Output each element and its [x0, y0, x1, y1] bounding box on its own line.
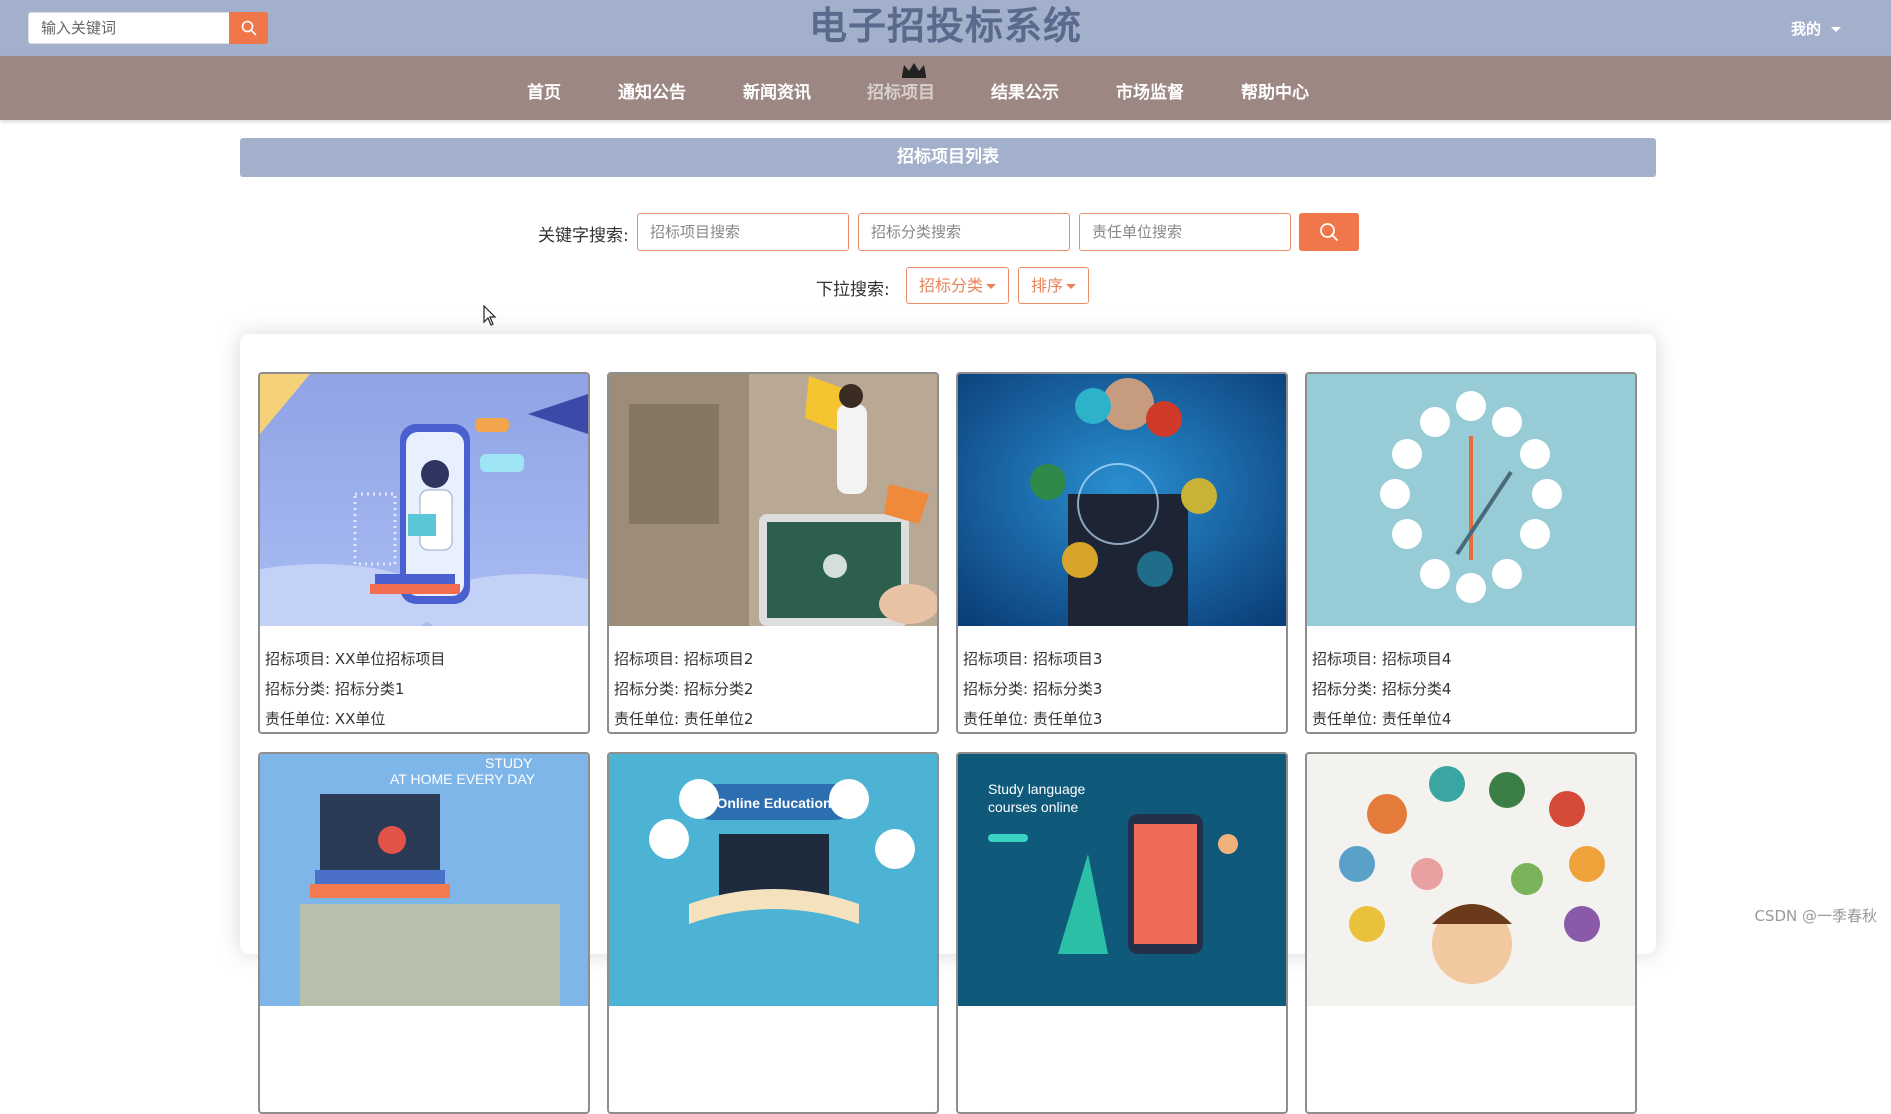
nav-help-center[interactable]: 帮助中心: [1241, 78, 1309, 103]
card-project: 招标项目: 招标项目3: [963, 650, 1103, 668]
card-project: 招标项目: 招标项目4: [1312, 650, 1452, 668]
project-card[interactable]: [1305, 752, 1637, 1114]
card-unit: 责任单位: 责任单位2: [614, 710, 754, 728]
sort-dropdown[interactable]: 排序: [1018, 267, 1090, 304]
image-text-at-home: AT HOME EVERY DAY: [390, 771, 536, 787]
dropdown-search-label: 下拉搜索:: [816, 280, 890, 300]
filter-search-button[interactable]: [1299, 213, 1359, 251]
project-image: [1307, 754, 1635, 1006]
project-image: Study language courses online: [958, 754, 1286, 1006]
image-text-online-education: Online Education: [716, 795, 831, 811]
card-category: 招标分类: 招标分类3: [963, 680, 1103, 698]
card-info: 招标项目: XX单位招标项目 招标分类: 招标分类1 责任单位: XX单位: [265, 644, 446, 732]
sort-dropdown-label: 排序: [1031, 276, 1064, 295]
caret-down-icon: [986, 284, 997, 289]
project-card[interactable]: 招标项目: 招标项目4 招标分类: 招标分类4 责任单位: 责任单位4: [1305, 372, 1637, 734]
project-list-panel: 招标项目: XX单位招标项目 招标分类: 招标分类1 责任单位: XX单位 招标…: [240, 334, 1656, 1114]
image-text-study: STUDY: [485, 755, 533, 771]
project-card[interactable]: 招标项目: XX单位招标项目 招标分类: 招标分类1 责任单位: XX单位: [258, 372, 590, 734]
project-image: [958, 374, 1286, 626]
card-unit: 责任单位: XX单位: [265, 710, 386, 728]
nav-home[interactable]: 首页: [527, 78, 561, 103]
project-card[interactable]: Study language courses online: [956, 752, 1288, 1114]
category-dropdown-label: 招标分类: [919, 276, 984, 295]
project-card[interactable]: 招标项目: 招标项目2 招标分类: 招标分类2 责任单位: 责任单位2: [607, 372, 939, 734]
nav-market-supervision[interactable]: 市场监督: [1116, 78, 1184, 103]
search-icon: [1320, 223, 1338, 241]
project-image: STUDY AT HOME EVERY DAY: [260, 754, 588, 1006]
nav-bidding-projects[interactable]: 招标项目: [867, 78, 935, 103]
card-info: 招标项目: 招标项目4 招标分类: 招标分类4 责任单位: 责任单位4: [1312, 644, 1452, 732]
category-dropdown[interactable]: 招标分类: [906, 267, 1010, 304]
image-text-study-language-2: courses online: [988, 799, 1078, 815]
card-info: 招标项目: 招标项目2 招标分类: 招标分类2 责任单位: 责任单位2: [614, 644, 754, 732]
category-search-input[interactable]: [858, 213, 1070, 251]
keyword-search-label: 关键字搜索:: [538, 226, 629, 246]
project-card[interactable]: STUDY AT HOME EVERY DAY: [258, 752, 590, 1114]
card-category: 招标分类: 招标分类4: [1312, 680, 1452, 698]
image-text-study-language-1: Study language: [988, 781, 1086, 797]
project-image: [260, 374, 588, 626]
main-nav: 首页 通知公告 新闻资讯 招标项目 结果公示 市场监督 帮助中心: [0, 56, 1891, 120]
user-menu[interactable]: 我的: [1791, 18, 1841, 39]
project-search-input[interactable]: [637, 213, 849, 251]
section-title: 招标项目列表: [240, 138, 1656, 177]
user-menu-label: 我的: [1790, 20, 1821, 38]
project-image: [1307, 374, 1635, 626]
project-image: [609, 374, 937, 626]
card-unit: 责任单位: 责任单位4: [1312, 710, 1452, 728]
card-unit: 责任单位: 责任单位3: [963, 710, 1103, 728]
top-bar: 电子招投标系统 我的: [0, 0, 1891, 56]
card-category: 招标分类: 招标分类2: [614, 680, 754, 698]
caret-down-icon: [1831, 27, 1841, 32]
nav-notices[interactable]: 通知公告: [618, 78, 686, 103]
card-project: 招标项目: 招标项目2: [614, 650, 754, 668]
mouse-cursor-icon: [483, 305, 497, 326]
watermark: CSDN @一季春秋: [1754, 907, 1877, 925]
project-image: Online Education: [609, 754, 937, 1006]
card-category: 招标分类: 招标分类1: [265, 680, 405, 698]
project-card[interactable]: 招标项目: 招标项目3 招标分类: 招标分类3 责任单位: 责任单位3: [956, 372, 1288, 734]
nav-news[interactable]: 新闻资讯: [743, 78, 811, 103]
crown-icon: [902, 63, 926, 78]
card-project: 招标项目: XX单位招标项目: [265, 650, 446, 668]
project-card[interactable]: Online Education: [607, 752, 939, 1114]
nav-results[interactable]: 结果公示: [991, 78, 1059, 103]
site-title: 电子招投标系统: [808, 3, 1082, 48]
unit-search-input[interactable]: [1079, 213, 1291, 251]
caret-down-icon: [1066, 284, 1077, 289]
card-info: 招标项目: 招标项目3 招标分类: 招标分类3 责任单位: 责任单位3: [963, 644, 1103, 732]
